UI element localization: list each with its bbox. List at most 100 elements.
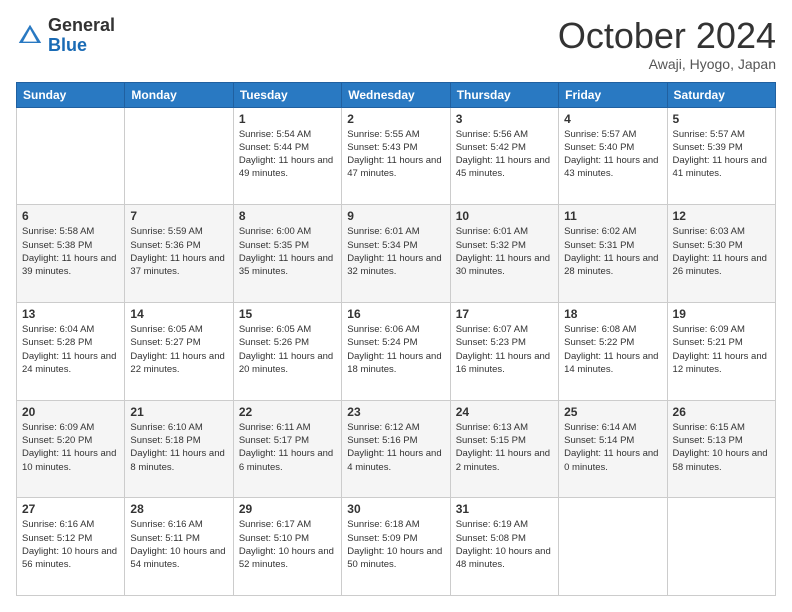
day-info: Sunrise: 6:16 AM Sunset: 5:12 PM Dayligh…: [22, 518, 119, 571]
day-info: Sunrise: 5:57 AM Sunset: 5:40 PM Dayligh…: [564, 128, 661, 181]
day-info: Sunrise: 6:05 AM Sunset: 5:27 PM Dayligh…: [130, 323, 227, 376]
day-info: Sunrise: 6:16 AM Sunset: 5:11 PM Dayligh…: [130, 518, 227, 571]
table-row: 28 Sunrise: 6:16 AM Sunset: 5:11 PM Dayli…: [125, 498, 233, 596]
day-number: 11: [564, 209, 661, 223]
day-number: 19: [673, 307, 770, 321]
table-row: 12 Sunrise: 6:03 AM Sunset: 5:30 PM Dayli…: [667, 205, 775, 303]
table-row: 5Sunrise: 5:57 AM Sunset: 5:39 PM Daylig…: [667, 107, 775, 205]
day-info: Sunrise: 5:57 AM Sunset: 5:39 PM Dayligh…: [673, 128, 770, 181]
day-number: 9: [347, 209, 444, 223]
table-row: 14 Sunrise: 6:05 AM Sunset: 5:27 PM Dayli…: [125, 302, 233, 400]
day-number: 15: [239, 307, 336, 321]
header-tuesday: Tuesday: [233, 82, 341, 107]
day-number: 2: [347, 112, 444, 126]
day-number: 13: [22, 307, 119, 321]
day-number: 29: [239, 502, 336, 516]
day-info: Sunrise: 6:11 AM Sunset: 5:17 PM Dayligh…: [239, 421, 336, 474]
calendar-week-row: 1 Sunrise: 5:54 AM Sunset: 5:44 PM Daylig…: [17, 107, 776, 205]
day-number: 17: [456, 307, 553, 321]
day-number: 4: [564, 112, 661, 126]
day-number: 16: [347, 307, 444, 321]
day-info: Sunrise: 6:15 AM Sunset: 5:13 PM Dayligh…: [673, 421, 770, 474]
calendar-week-row: 27 Sunrise: 6:16 AM Sunset: 5:12 PM Dayli…: [17, 498, 776, 596]
table-row: 24Sunrise: 6:13 AM Sunset: 5:15 PM Dayli…: [450, 400, 558, 498]
day-info: Sunrise: 6:01 AM Sunset: 5:32 PM Dayligh…: [456, 225, 553, 278]
day-number: 27: [22, 502, 119, 516]
day-info: Sunrise: 5:54 AM Sunset: 5:44 PM Dayligh…: [239, 128, 336, 181]
table-row: 8 Sunrise: 6:00 AM Sunset: 5:35 PM Daylig…: [233, 205, 341, 303]
day-number: 26: [673, 405, 770, 419]
table-row: 11 Sunrise: 6:02 AM Sunset: 5:31 PM Dayli…: [559, 205, 667, 303]
table-row: [17, 107, 125, 205]
calendar-week-row: 6 Sunrise: 5:58 AM Sunset: 5:38 PM Daylig…: [17, 205, 776, 303]
day-number: 31: [456, 502, 553, 516]
day-number: 18: [564, 307, 661, 321]
table-row: 16 Sunrise: 6:06 AM Sunset: 5:24 PM Dayli…: [342, 302, 450, 400]
day-number: 28: [130, 502, 227, 516]
table-row: [559, 498, 667, 596]
header-wednesday: Wednesday: [342, 82, 450, 107]
table-row: [125, 107, 233, 205]
day-info: Sunrise: 6:09 AM Sunset: 5:20 PM Dayligh…: [22, 421, 119, 474]
table-row: 20 Sunrise: 6:09 AM Sunset: 5:20 PM Dayli…: [17, 400, 125, 498]
month-title: October 2024: [558, 16, 776, 56]
day-number: 24: [456, 405, 553, 419]
calendar-week-row: 13 Sunrise: 6:04 AM Sunset: 5:28 PM Dayli…: [17, 302, 776, 400]
table-row: 1 Sunrise: 5:54 AM Sunset: 5:44 PM Daylig…: [233, 107, 341, 205]
table-row: [667, 498, 775, 596]
logo: General Blue: [16, 16, 115, 56]
day-info: Sunrise: 6:12 AM Sunset: 5:16 PM Dayligh…: [347, 421, 444, 474]
table-row: 23 Sunrise: 6:12 AM Sunset: 5:16 PM Dayli…: [342, 400, 450, 498]
day-number: 23: [347, 405, 444, 419]
day-info: Sunrise: 6:19 AM Sunset: 5:08 PM Dayligh…: [456, 518, 553, 571]
day-info: Sunrise: 6:14 AM Sunset: 5:14 PM Dayligh…: [564, 421, 661, 474]
day-number: 25: [564, 405, 661, 419]
header: General Blue October 2024 Awaji, Hyogo, …: [16, 16, 776, 72]
day-info: Sunrise: 6:09 AM Sunset: 5:21 PM Dayligh…: [673, 323, 770, 376]
table-row: 21 Sunrise: 6:10 AM Sunset: 5:18 PM Dayli…: [125, 400, 233, 498]
calendar-table: Sunday Monday Tuesday Wednesday Thursday…: [16, 82, 776, 596]
title-block: October 2024 Awaji, Hyogo, Japan: [558, 16, 776, 72]
day-info: Sunrise: 5:58 AM Sunset: 5:38 PM Dayligh…: [22, 225, 119, 278]
day-number: 8: [239, 209, 336, 223]
table-row: 31 Sunrise: 6:19 AM Sunset: 5:08 PM Dayli…: [450, 498, 558, 596]
logo-text: General Blue: [48, 16, 115, 56]
header-saturday: Saturday: [667, 82, 775, 107]
day-info: Sunrise: 6:03 AM Sunset: 5:30 PM Dayligh…: [673, 225, 770, 278]
table-row: 29 Sunrise: 6:17 AM Sunset: 5:10 PM Dayli…: [233, 498, 341, 596]
day-info: Sunrise: 6:07 AM Sunset: 5:23 PM Dayligh…: [456, 323, 553, 376]
header-thursday: Thursday: [450, 82, 558, 107]
logo-blue: Blue: [48, 36, 115, 56]
logo-icon: [16, 22, 44, 50]
day-info: Sunrise: 6:10 AM Sunset: 5:18 PM Dayligh…: [130, 421, 227, 474]
table-row: 3Sunrise: 5:56 AM Sunset: 5:42 PM Daylig…: [450, 107, 558, 205]
day-number: 7: [130, 209, 227, 223]
day-number: 10: [456, 209, 553, 223]
day-info: Sunrise: 6:04 AM Sunset: 5:28 PM Dayligh…: [22, 323, 119, 376]
table-row: 19 Sunrise: 6:09 AM Sunset: 5:21 PM Dayli…: [667, 302, 775, 400]
calendar-week-row: 20 Sunrise: 6:09 AM Sunset: 5:20 PM Dayli…: [17, 400, 776, 498]
header-monday: Monday: [125, 82, 233, 107]
day-number: 14: [130, 307, 227, 321]
day-info: Sunrise: 6:02 AM Sunset: 5:31 PM Dayligh…: [564, 225, 661, 278]
table-row: 26 Sunrise: 6:15 AM Sunset: 5:13 PM Dayli…: [667, 400, 775, 498]
day-number: 20: [22, 405, 119, 419]
header-sunday: Sunday: [17, 82, 125, 107]
table-row: 18Sunrise: 6:08 AM Sunset: 5:22 PM Dayli…: [559, 302, 667, 400]
table-row: 17 Sunrise: 6:07 AM Sunset: 5:23 PM Dayli…: [450, 302, 558, 400]
day-number: 12: [673, 209, 770, 223]
day-number: 1: [239, 112, 336, 126]
day-number: 6: [22, 209, 119, 223]
table-row: 10 Sunrise: 6:01 AM Sunset: 5:32 PM Dayli…: [450, 205, 558, 303]
calendar-header-row: Sunday Monday Tuesday Wednesday Thursday…: [17, 82, 776, 107]
subtitle: Awaji, Hyogo, Japan: [558, 56, 776, 72]
logo-general: General: [48, 16, 115, 36]
day-info: Sunrise: 6:06 AM Sunset: 5:24 PM Dayligh…: [347, 323, 444, 376]
table-row: 2Sunrise: 5:55 AM Sunset: 5:43 PM Daylig…: [342, 107, 450, 205]
table-row: 22Sunrise: 6:11 AM Sunset: 5:17 PM Dayli…: [233, 400, 341, 498]
day-info: Sunrise: 6:18 AM Sunset: 5:09 PM Dayligh…: [347, 518, 444, 571]
day-number: 21: [130, 405, 227, 419]
day-info: Sunrise: 6:17 AM Sunset: 5:10 PM Dayligh…: [239, 518, 336, 571]
day-info: Sunrise: 6:00 AM Sunset: 5:35 PM Dayligh…: [239, 225, 336, 278]
day-info: Sunrise: 5:59 AM Sunset: 5:36 PM Dayligh…: [130, 225, 227, 278]
